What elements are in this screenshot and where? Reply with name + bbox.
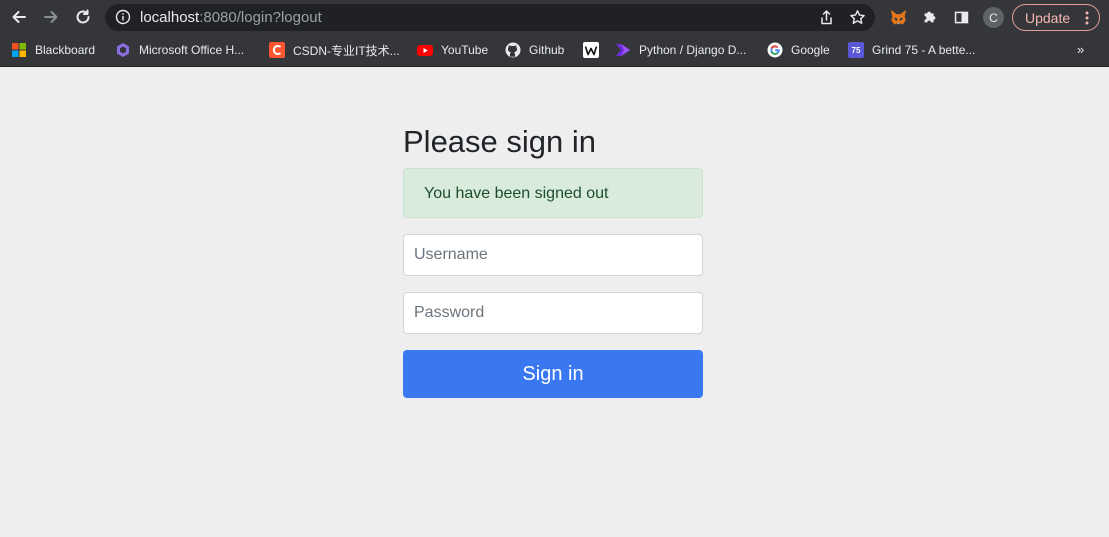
metamask-extension-button[interactable] bbox=[888, 7, 908, 27]
address-bar[interactable]: localhost:8080/login?logout bbox=[105, 4, 875, 31]
url-host: localhost bbox=[140, 9, 200, 26]
more-vert-icon bbox=[1085, 11, 1089, 25]
bookmark-csdn[interactable]: CSDN-专业IT技术... bbox=[269, 41, 400, 59]
grind75-badge: 75 bbox=[851, 45, 861, 55]
bookmark-label: YouTube bbox=[441, 43, 489, 57]
bookmark-label: Github bbox=[529, 43, 565, 57]
signout-alert: You have been signed out bbox=[403, 168, 703, 218]
star-icon bbox=[850, 10, 865, 24]
bookmarks-bar: Blackboard Microsoft Office H... CSDN-专业… bbox=[0, 34, 1109, 67]
bookmark-star-button[interactable] bbox=[849, 9, 866, 26]
play-icon bbox=[615, 42, 631, 58]
arrow-right-icon bbox=[44, 11, 58, 23]
back-button[interactable] bbox=[7, 5, 31, 29]
update-button[interactable]: Update bbox=[1012, 4, 1100, 31]
url-path: :8080/login?logout bbox=[199, 9, 322, 26]
reload-icon bbox=[76, 9, 90, 24]
bookmark-w[interactable] bbox=[583, 41, 607, 59]
forward-button[interactable] bbox=[39, 5, 63, 29]
side-panel-button[interactable] bbox=[951, 7, 971, 27]
bookmark-grind75[interactable]: 75 Grind 75 - A bette... bbox=[848, 41, 975, 59]
bookmark-label: Python / Django D... bbox=[639, 43, 747, 57]
page-title: Please sign in bbox=[403, 124, 597, 159]
github-icon bbox=[505, 42, 521, 58]
bookmark-youtube[interactable]: YouTube bbox=[417, 41, 488, 59]
google-icon bbox=[767, 42, 783, 58]
share-icon bbox=[821, 10, 832, 25]
youtube-icon bbox=[417, 42, 433, 58]
office-icon bbox=[115, 42, 131, 58]
bookmark-label: Google bbox=[791, 43, 830, 57]
bookmark-github[interactable]: Github bbox=[505, 41, 564, 59]
reload-button[interactable] bbox=[71, 5, 95, 29]
puzzle-icon bbox=[924, 11, 936, 23]
username-input[interactable] bbox=[403, 234, 703, 276]
profile-avatar[interactable]: C bbox=[983, 7, 1004, 28]
bookmark-blackboard[interactable]: Blackboard bbox=[11, 41, 95, 59]
csdn-icon bbox=[269, 42, 285, 58]
password-input[interactable] bbox=[403, 292, 703, 334]
arrow-left-icon bbox=[12, 11, 26, 23]
bookmark-python-django[interactable]: Python / Django D... bbox=[615, 41, 746, 59]
bookmark-label: Grind 75 - A bette... bbox=[872, 43, 976, 57]
grind75-icon: 75 bbox=[848, 42, 864, 58]
alert-message: You have been signed out bbox=[424, 185, 609, 202]
browser-toolbar: localhost:8080/login?logout C Update bbox=[0, 0, 1109, 34]
sign-in-button[interactable]: Sign in bbox=[403, 350, 703, 398]
bookmark-microsoft-office[interactable]: Microsoft Office H... bbox=[115, 41, 244, 59]
microsoft-squares-icon bbox=[11, 42, 27, 58]
w-icon bbox=[583, 42, 599, 58]
bookmark-label: Blackboard bbox=[35, 43, 96, 57]
fox-icon bbox=[890, 9, 906, 25]
bookmark-label: Microsoft Office H... bbox=[139, 43, 245, 57]
bookmark-google[interactable]: Google bbox=[767, 41, 830, 59]
extensions-button[interactable] bbox=[920, 7, 940, 27]
side-panel-icon bbox=[954, 11, 968, 23]
chevron-double-right-icon: » bbox=[1077, 42, 1085, 57]
update-button-label: Update bbox=[1025, 10, 1071, 26]
more-bookmarks-button[interactable]: » bbox=[1077, 42, 1093, 58]
info-icon[interactable] bbox=[115, 9, 131, 25]
bookmark-label: CSDN-专业IT技术... bbox=[293, 43, 400, 58]
share-button[interactable] bbox=[818, 9, 835, 26]
url-text[interactable]: localhost:8080/login?logout bbox=[140, 9, 322, 26]
